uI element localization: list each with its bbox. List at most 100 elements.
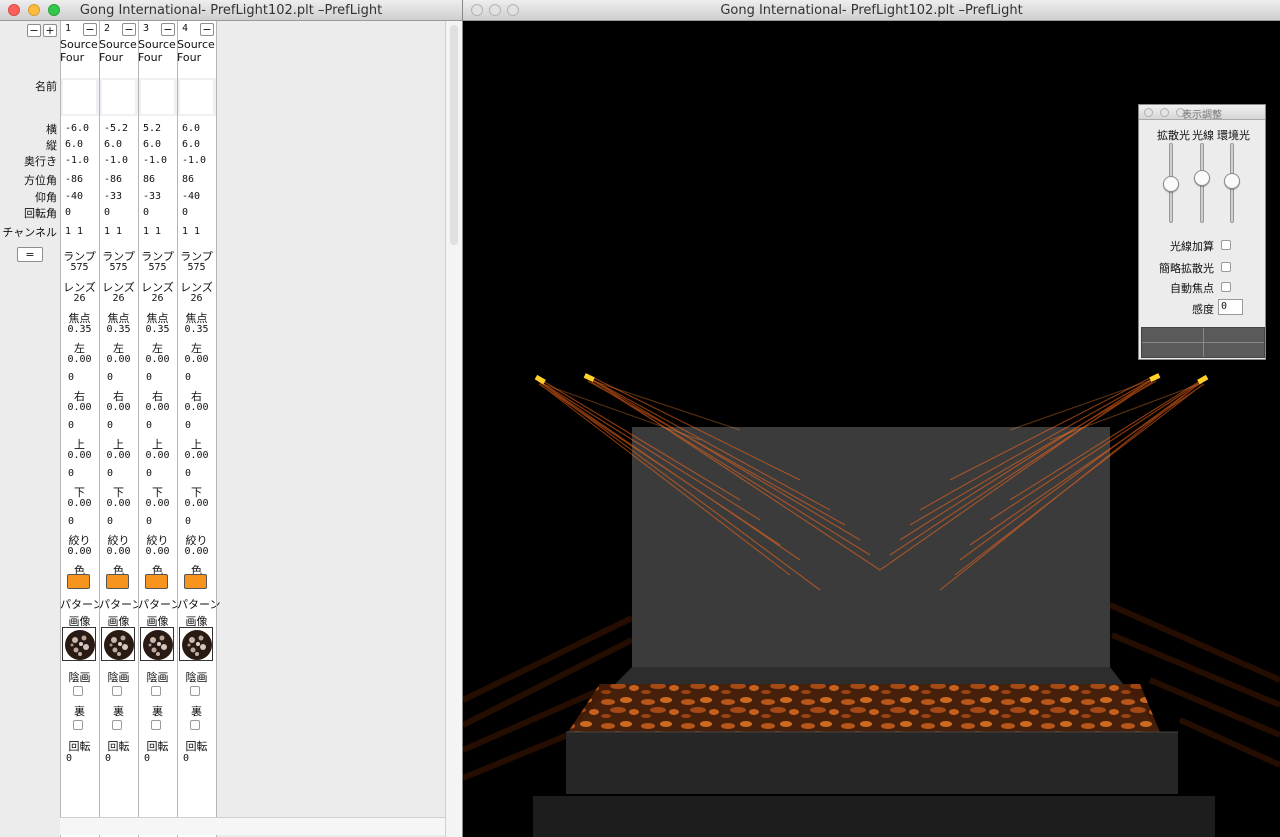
gobo-image-icon[interactable]: [179, 627, 213, 661]
fixture-elevation-input[interactable]: -40: [63, 190, 94, 203]
negative-checkbox[interactable]: [73, 686, 83, 696]
scroll-thumb[interactable]: [450, 25, 458, 245]
color-swatch-button[interactable]: [145, 574, 168, 589]
remove-fixture-button[interactable]: −: [200, 23, 214, 36]
color-swatch-button[interactable]: [184, 574, 207, 589]
negative-checkbox[interactable]: [190, 686, 200, 696]
fixture-y-input[interactable]: 6.0: [141, 138, 172, 151]
focus-value[interactable]: 0.35: [60, 324, 99, 335]
reverse-checkbox[interactable]: [112, 720, 122, 730]
shutter-bottom-value[interactable]: 0.00: [99, 498, 138, 509]
shutter-bottom-angle-input[interactable]: 0: [183, 515, 207, 528]
fixture-z-input[interactable]: -1.0: [63, 154, 94, 167]
shutter-right-value[interactable]: 0.00: [177, 402, 216, 413]
fixture-z-input[interactable]: -1.0: [180, 154, 211, 167]
reverse-checkbox[interactable]: [151, 720, 161, 730]
color-swatch-button[interactable]: [67, 574, 90, 589]
remove-fixture-button[interactable]: −: [122, 23, 136, 36]
fixture-x-input[interactable]: -6.0: [63, 122, 94, 135]
slider-knob[interactable]: [1224, 173, 1240, 189]
fixture-y-input[interactable]: 6.0: [102, 138, 133, 151]
lens-value[interactable]: 26: [138, 293, 177, 304]
iris-value[interactable]: 0.00: [99, 546, 138, 557]
shutter-bottom-angle-input[interactable]: 0: [144, 515, 168, 528]
shutter-right-value[interactable]: 0.00: [138, 402, 177, 413]
remove-fixture-button[interactable]: −: [83, 23, 97, 36]
shutter-bottom-angle-input[interactable]: 0: [66, 515, 90, 528]
negative-checkbox[interactable]: [151, 686, 161, 696]
lens-value[interactable]: 26: [60, 293, 99, 304]
shutter-right-value[interactable]: 0.00: [99, 402, 138, 413]
lens-value[interactable]: 26: [99, 293, 138, 304]
shutter-left-value[interactable]: 0.00: [177, 354, 216, 365]
shutter-bottom-value[interactable]: 0.00: [60, 498, 99, 509]
fixture-azimuth-input[interactable]: -86: [63, 173, 94, 186]
color-swatch-button[interactable]: [106, 574, 129, 589]
rotate-input[interactable]: 0: [142, 752, 173, 765]
shutter-left-angle-input[interactable]: 0: [105, 371, 129, 384]
auto-focus-checkbox[interactable]: [1221, 282, 1231, 292]
lens-value[interactable]: 26: [177, 293, 216, 304]
fixture-y-input[interactable]: 6.0: [180, 138, 211, 151]
rotate-input[interactable]: 0: [103, 752, 134, 765]
gobo-image-icon[interactable]: [101, 627, 135, 661]
rotate-input[interactable]: 0: [181, 752, 212, 765]
simple-diffuse-checkbox[interactable]: [1221, 262, 1231, 272]
fixture-z-input[interactable]: -1.0: [102, 154, 133, 167]
gobo-image-icon[interactable]: [140, 627, 174, 661]
sensitivity-input[interactable]: 0: [1218, 299, 1243, 315]
fixture-elevation-input[interactable]: -33: [102, 190, 133, 203]
iris-value[interactable]: 0.00: [177, 546, 216, 557]
lamp-value[interactable]: 575: [60, 262, 99, 273]
iris-value[interactable]: 0.00: [138, 546, 177, 557]
lamp-value[interactable]: 575: [99, 262, 138, 273]
shutter-top-angle-input[interactable]: 0: [66, 467, 90, 480]
fixture-channel-input[interactable]: 1 1: [63, 225, 94, 238]
focus-value[interactable]: 0.35: [138, 324, 177, 335]
shutter-right-value[interactable]: 0.00: [60, 402, 99, 413]
slider-knob[interactable]: [1163, 176, 1179, 192]
fixture-azimuth-input[interactable]: -86: [102, 173, 133, 186]
equalize-button[interactable]: =: [17, 247, 43, 262]
remove-fixture-button[interactable]: −: [27, 24, 41, 37]
gobo-image-icon[interactable]: [62, 627, 96, 661]
ambient-slider[interactable]: [1224, 143, 1240, 223]
shutter-left-value[interactable]: 0.00: [60, 354, 99, 365]
lamp-value[interactable]: 575: [138, 262, 177, 273]
fixture-rotation-input[interactable]: 0: [141, 206, 172, 219]
fixture-azimuth-input[interactable]: 86: [180, 173, 211, 186]
fixture-name-input[interactable]: [180, 80, 213, 114]
fixture-y-input[interactable]: 6.0: [63, 138, 94, 151]
shutter-bottom-value[interactable]: 0.00: [138, 498, 177, 509]
shutter-top-value[interactable]: 0.00: [60, 450, 99, 461]
fixture-rotation-input[interactable]: 0: [63, 206, 94, 219]
fixture-x-input[interactable]: -5.2: [102, 122, 133, 135]
reverse-checkbox[interactable]: [73, 720, 83, 730]
reverse-checkbox[interactable]: [190, 720, 200, 730]
focus-value[interactable]: 0.35: [99, 324, 138, 335]
shutter-left-angle-input[interactable]: 0: [144, 371, 168, 384]
negative-checkbox[interactable]: [112, 686, 122, 696]
shutter-left-value[interactable]: 0.00: [138, 354, 177, 365]
fixture-name-input[interactable]: [141, 80, 174, 114]
beam-add-checkbox[interactable]: [1221, 240, 1231, 250]
shutter-right-angle-input[interactable]: 0: [66, 419, 90, 432]
shutter-bottom-value[interactable]: 0.00: [177, 498, 216, 509]
shutter-left-value[interactable]: 0.00: [99, 354, 138, 365]
shutter-left-angle-input[interactable]: 0: [183, 371, 207, 384]
remove-fixture-button[interactable]: −: [161, 23, 175, 36]
shutter-top-value[interactable]: 0.00: [138, 450, 177, 461]
shutter-left-angle-input[interactable]: 0: [66, 371, 90, 384]
shutter-top-angle-input[interactable]: 0: [183, 467, 207, 480]
fixture-rotation-input[interactable]: 0: [102, 206, 133, 219]
fixture-z-input[interactable]: -1.0: [141, 154, 172, 167]
fixture-channel-input[interactable]: 1 1: [141, 225, 172, 238]
shutter-right-angle-input[interactable]: 0: [105, 419, 129, 432]
vertical-scrollbar[interactable]: [445, 21, 462, 837]
shutter-top-value[interactable]: 0.00: [99, 450, 138, 461]
diffuse-slider[interactable]: [1163, 143, 1179, 223]
shutter-top-angle-input[interactable]: 0: [144, 467, 168, 480]
fixture-elevation-input[interactable]: -33: [141, 190, 172, 203]
fixture-rotation-input[interactable]: 0: [180, 206, 211, 219]
shutter-right-angle-input[interactable]: 0: [144, 419, 168, 432]
